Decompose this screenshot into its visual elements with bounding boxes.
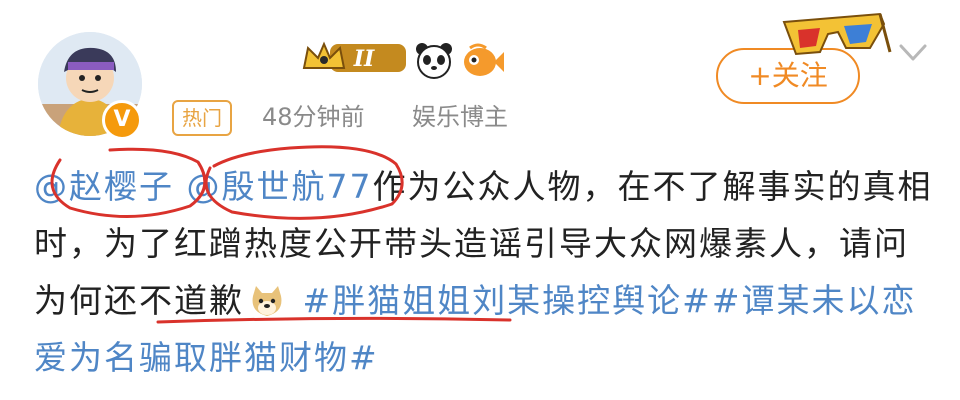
mention-link[interactable]: @赵樱子	[34, 167, 174, 206]
hot-tag: 热门	[172, 100, 232, 136]
post-time: 48分钟前	[262, 103, 365, 131]
post-content: @赵樱子 @殷世航77作为公众人物，在不了解事实的真相时，为了红蹭热度公开带头造…	[34, 158, 934, 386]
level-text: II	[353, 46, 375, 72]
mention-link[interactable]: @殷世航77	[187, 167, 373, 206]
fish-icon	[464, 43, 504, 76]
hashtag-link[interactable]: #胖猫姐姐刘某操控舆论#	[303, 281, 712, 320]
author-name[interactable]	[172, 40, 292, 76]
panda-icon	[416, 43, 452, 79]
doge-icon	[252, 286, 282, 316]
author-role: 娱乐博主	[412, 103, 508, 131]
weibo-post: V II 热门 48分钟前 娱乐博主 +关注 @赵樱子 @殷世航77作为公众人物…	[0, 0, 960, 400]
3d-glasses-icon	[782, 12, 892, 56]
chevron-down-icon[interactable]	[898, 42, 928, 64]
verified-badge-icon: V	[102, 100, 142, 140]
level-crown-icon: II	[302, 41, 406, 72]
